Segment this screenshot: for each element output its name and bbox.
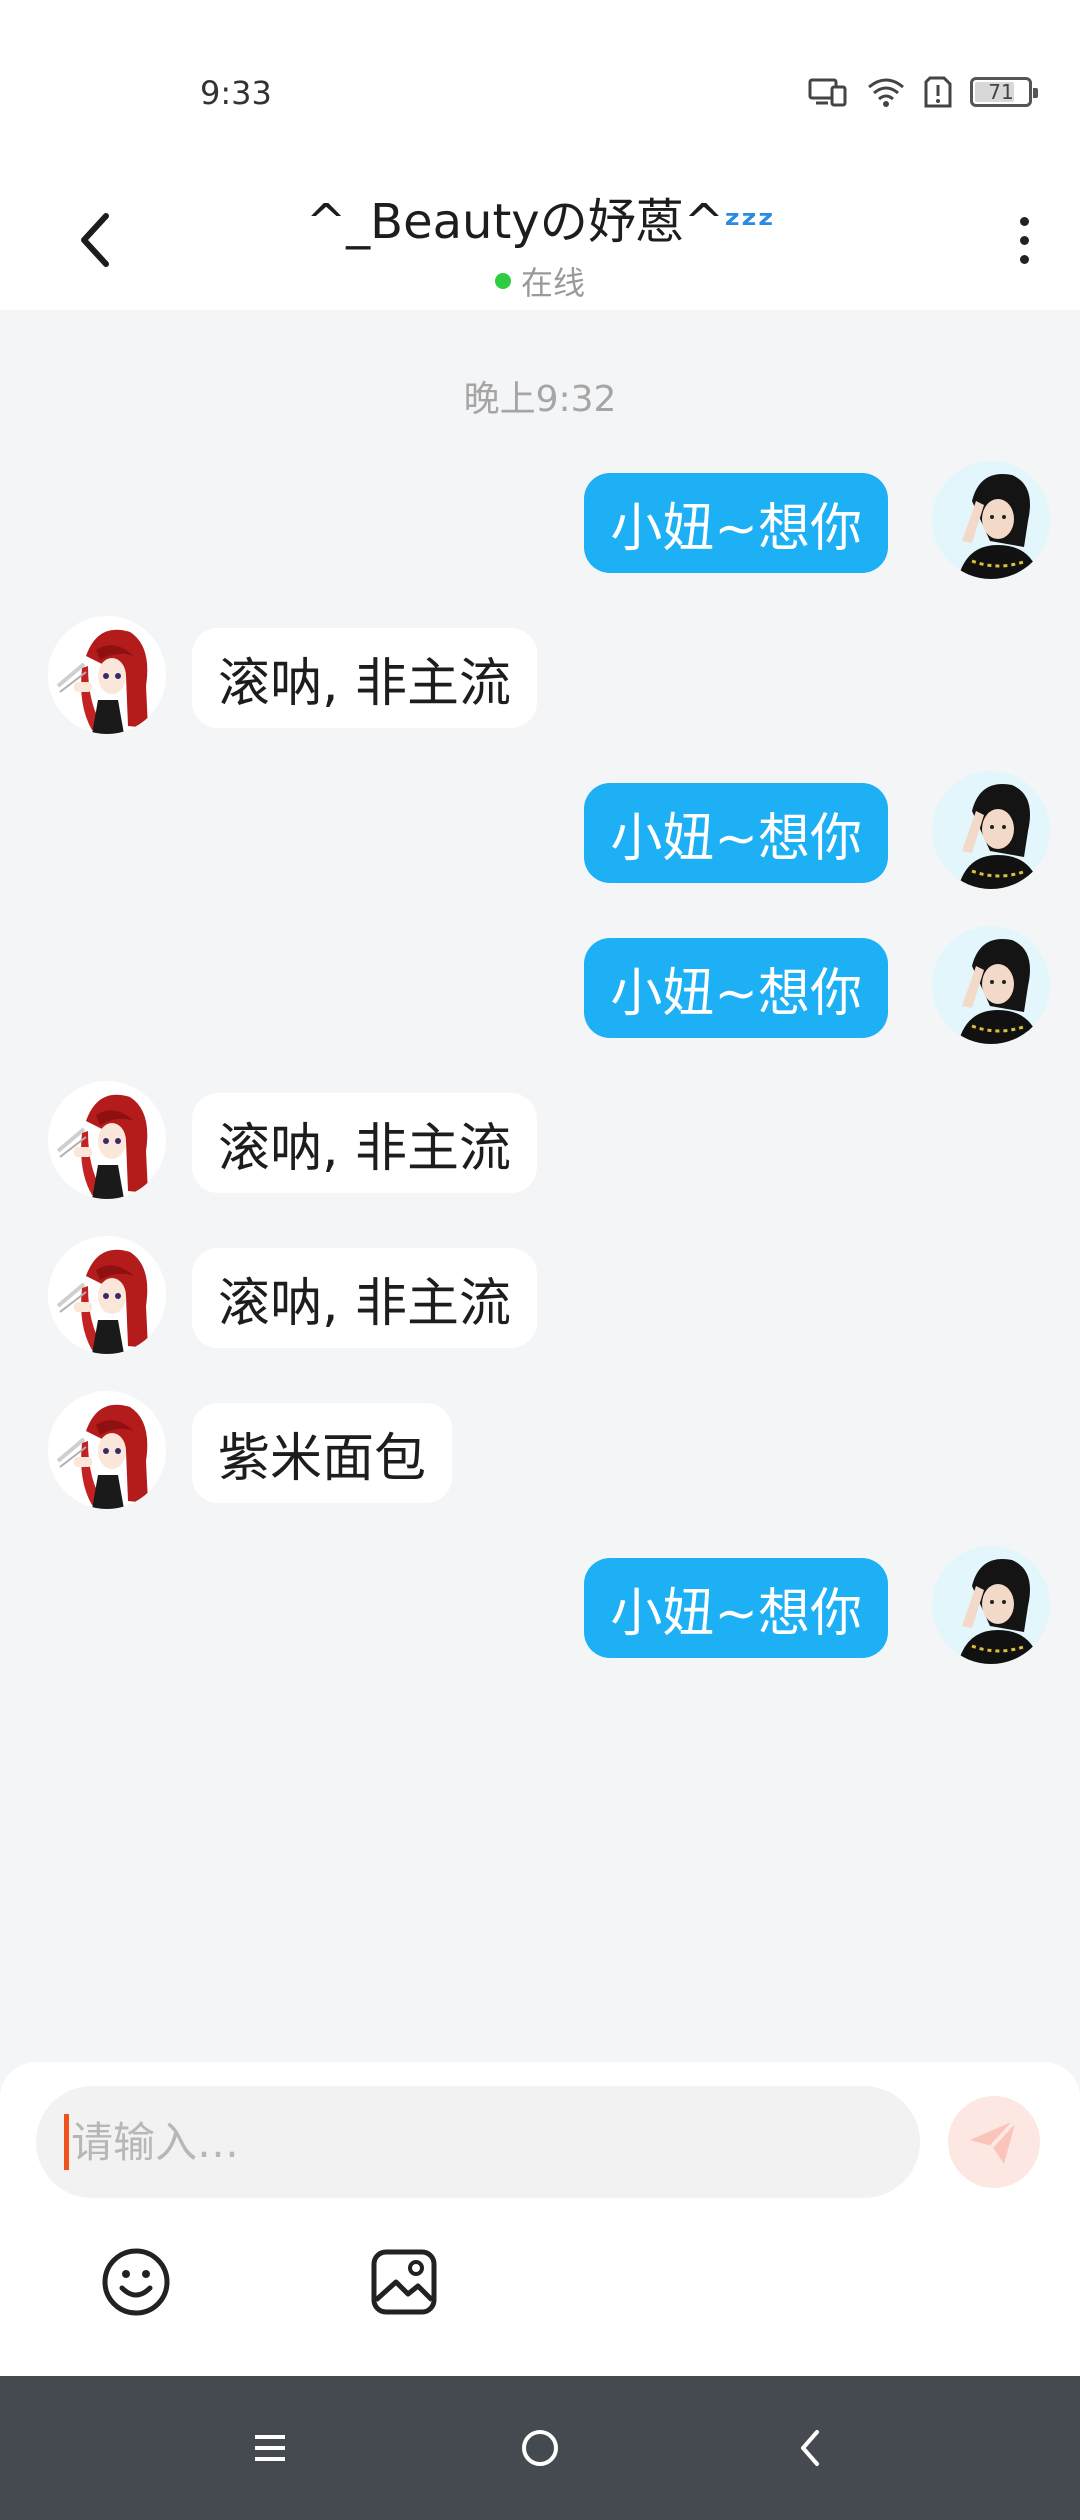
message-row: 小妞~想你 xyxy=(0,926,1080,1046)
more-options-button[interactable] xyxy=(994,210,1054,270)
sleep-emoji-icon: ᶻᶻᶻ xyxy=(723,202,775,248)
image-icon xyxy=(371,2249,437,2315)
send-icon xyxy=(970,2118,1018,2164)
battery-level: 71 xyxy=(988,80,1014,104)
text-caret xyxy=(64,2114,69,2170)
message-bubble-received[interactable]: 紫米面包 xyxy=(192,1403,453,1503)
menu-icon xyxy=(255,2435,285,2461)
screen-cast-icon xyxy=(808,77,848,107)
message-input[interactable] xyxy=(71,2117,851,2167)
nav-back-button[interactable] xyxy=(770,2408,850,2488)
wifi-icon xyxy=(866,76,906,108)
sim-alert-icon xyxy=(924,76,952,108)
chat-timestamp: 晚上9:32 xyxy=(463,379,617,420)
emoji-icon xyxy=(102,2248,170,2316)
message-bubble-sent[interactable]: 小妞~想你 xyxy=(584,938,888,1038)
chat-header: ^_Beautyの妤蒽^ᶻᶻᶻ 在线 xyxy=(0,160,1080,310)
nav-back-icon xyxy=(801,2430,819,2466)
my-avatar[interactable] xyxy=(932,926,1050,1044)
page-title: ^_Beautyの妤蒽^ᶻᶻᶻ xyxy=(200,182,880,252)
chevron-left-icon xyxy=(81,213,109,267)
contact-avatar[interactable] xyxy=(48,616,166,734)
emoji-button[interactable] xyxy=(96,2242,176,2322)
title-block: ^_Beautyの妤蒽^ᶻᶻᶻ 在线 xyxy=(200,182,880,304)
online-status: 在线 xyxy=(200,258,880,304)
my-avatar[interactable] xyxy=(932,1546,1050,1664)
nav-menu-button[interactable] xyxy=(230,2408,310,2488)
composer xyxy=(0,2062,1080,2376)
message-bubble-received[interactable]: 滚呐, 非主流 xyxy=(192,1093,538,1193)
message-row: 小妞~想你 xyxy=(0,771,1080,891)
home-circle-icon xyxy=(522,2430,558,2466)
my-avatar[interactable] xyxy=(932,461,1050,579)
my-avatar[interactable] xyxy=(932,771,1050,889)
message-bubble-received[interactable]: 滚呐, 非主流 xyxy=(192,628,538,728)
message-bubble-received[interactable]: 滚呐, 非主流 xyxy=(192,1248,538,1348)
status-time: 9:33 xyxy=(200,74,272,112)
back-button[interactable] xyxy=(66,210,126,270)
message-bubble-sent[interactable]: 小妞~想你 xyxy=(584,473,888,573)
send-button[interactable] xyxy=(948,2096,1040,2188)
message-row: 紫米面包 xyxy=(0,1391,1080,1511)
image-button[interactable] xyxy=(364,2242,444,2322)
contact-name: ^_Beautyの妤蒽^ xyxy=(305,194,724,250)
online-status-label: 在线 xyxy=(520,264,585,302)
online-dot-icon xyxy=(494,273,511,289)
contact-avatar[interactable] xyxy=(48,1236,166,1354)
message-row: 滚呐, 非主流 xyxy=(0,616,1080,736)
system-nav-bar xyxy=(0,2376,1080,2520)
nav-home-button[interactable] xyxy=(500,2408,580,2488)
message-input-box[interactable] xyxy=(36,2086,920,2198)
message-row: 滚呐, 非主流 xyxy=(0,1081,1080,1201)
message-row: 小妞~想你 xyxy=(0,1546,1080,1666)
message-bubble-sent[interactable]: 小妞~想你 xyxy=(584,1558,888,1658)
contact-avatar[interactable] xyxy=(48,1391,166,1509)
more-vertical-icon xyxy=(1019,216,1029,226)
message-bubble-sent[interactable]: 小妞~想你 xyxy=(584,783,888,883)
message-row: 滚呐, 非主流 xyxy=(0,1236,1080,1356)
battery-icon: 71 xyxy=(970,77,1038,107)
contact-avatar[interactable] xyxy=(48,1081,166,1199)
message-row: 小妞~想你 xyxy=(0,461,1080,581)
status-icons: 71 xyxy=(808,76,1038,108)
